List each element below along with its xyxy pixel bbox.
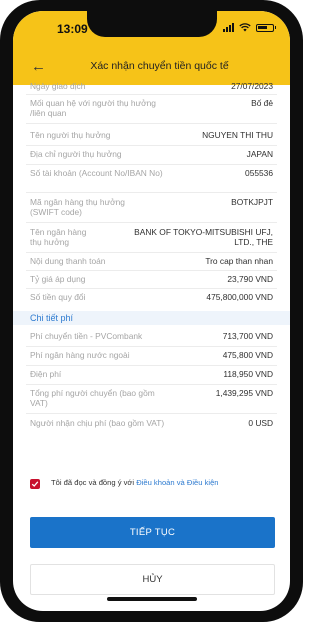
wifi-icon <box>239 23 251 32</box>
agreement-label: Tôi đã đọc và đồng ý với <box>51 478 135 487</box>
detail-label: Địa chỉ người thụ hưởng <box>30 149 122 159</box>
fee-value: 0 USD <box>248 418 273 428</box>
notch <box>87 11 217 37</box>
detail-label: Tên ngân hàng thụ hưởng <box>30 227 87 247</box>
detail-label: Mã ngân hàng thụ hưởng (SWIFT code) <box>30 197 125 217</box>
terms-link[interactable]: Điều khoản và Điều kiện <box>136 478 218 487</box>
phone-frame: 13:09 ← Xác nhận chuyển tiền quốc tế Ngà… <box>0 0 303 622</box>
signal-icon <box>223 23 234 32</box>
fee-row: Phí ngân hàng nước ngoài 475,800 VND <box>30 350 273 360</box>
divider <box>26 123 277 124</box>
section-title: Chi tiết phí <box>30 313 74 323</box>
detail-row: Số tiền quy đổi 475,800,000 VND <box>30 292 273 302</box>
fee-section-header: Chi tiết phí <box>13 311 290 325</box>
cancel-button[interactable]: HỦY <box>30 564 275 595</box>
detail-label: Số tài khoản (Account No/IBAN No) <box>30 168 163 178</box>
agreement-text: Tôi đã đọc và đồng ý với Điều khoản và Đ… <box>51 478 219 487</box>
divider <box>26 222 277 223</box>
check-icon <box>31 481 39 487</box>
fee-row: Người nhận chịu phí (bao gồm VAT) 0 USD <box>30 418 273 428</box>
detail-row: Số tài khoản (Account No/IBAN No) 055536 <box>30 168 273 178</box>
divider <box>26 164 277 165</box>
detail-row: Tên ngân hàng thụ hưởng BANK OF TOKYO-MI… <box>30 227 273 247</box>
fee-value: 713,700 VND <box>222 331 273 341</box>
app-screen: 13:09 ← Xác nhận chuyển tiền quốc tế Ngà… <box>13 11 290 611</box>
divider <box>26 270 277 271</box>
home-indicator <box>107 597 197 601</box>
terms-agreement: Tôi đã đọc và đồng ý với Điều khoản và Đ… <box>30 478 278 490</box>
confirmation-content: Ngày giao dịch 27/07/2023 Mối quan hệ vớ… <box>13 81 290 611</box>
divider <box>26 384 277 385</box>
fee-label: Phí ngân hàng nước ngoài <box>30 350 130 360</box>
detail-value: 055536 <box>245 168 273 178</box>
detail-value: 27/07/2023 <box>231 81 273 91</box>
detail-row: Mã ngân hàng thụ hưởng (SWIFT code) BOTK… <box>30 197 273 217</box>
fee-row: Điện phí 118,950 VND <box>30 369 273 379</box>
detail-label: Ngày giao dịch <box>30 81 86 91</box>
fee-row: Phí chuyển tiền - PVCombank 713,700 VND <box>30 331 273 341</box>
fee-label: Phí chuyển tiền - PVCombank <box>30 331 143 341</box>
detail-value: JAPAN <box>246 149 273 159</box>
divider <box>26 288 277 289</box>
arrow-left-icon[interactable]: ← <box>31 59 46 74</box>
divider <box>26 94 277 95</box>
detail-label: Tỷ giá áp dụng <box>30 274 86 284</box>
fee-value: 1,439,295 VND <box>215 388 273 398</box>
agree-checkbox[interactable] <box>30 479 40 489</box>
fee-label: Tổng phí người chuyển (bao gồm VAT) <box>30 388 155 408</box>
detail-value: BOTKJPJT <box>231 197 273 207</box>
detail-value: 475,800,000 VND <box>206 292 273 302</box>
detail-label: Tên người thụ hưởng <box>30 130 111 140</box>
divider <box>26 346 277 347</box>
fee-value: 475,800 VND <box>222 350 273 360</box>
detail-value: NGUYEN THI THU <box>202 130 273 140</box>
detail-value: Tro cap than nhan <box>205 256 273 266</box>
detail-row: Địa chỉ người thụ hưởng JAPAN <box>30 149 273 159</box>
divider <box>26 413 277 414</box>
page-title: Xác nhận chuyển tiền quốc tế <box>90 60 229 72</box>
status-bar: 13:09 <box>13 11 290 49</box>
divider <box>26 192 277 193</box>
detail-row: Tỷ giá áp dụng 23,790 VND <box>30 274 273 284</box>
header-bar: ← Xác nhận chuyển tiền quốc tế <box>13 49 290 85</box>
fee-value: 118,950 VND <box>223 369 273 379</box>
detail-row: Ngày giao dịch 27/07/2023 <box>30 81 273 91</box>
divider <box>26 252 277 253</box>
detail-label: Nội dung thanh toán <box>30 256 106 266</box>
detail-label: Số tiền quy đổi <box>30 292 86 302</box>
system-icons <box>223 23 276 32</box>
divider <box>26 145 277 146</box>
divider <box>26 365 277 366</box>
detail-value: Bố đẻ <box>251 98 273 108</box>
detail-row: Nội dung thanh toán Tro cap than nhan <box>30 256 273 266</box>
detail-value: BANK OF TOKYO-MITSUBISHI UFJ, LTD., THE <box>134 227 273 247</box>
detail-value: 23,790 VND <box>227 274 273 284</box>
status-time: 13:09 <box>57 22 88 36</box>
fee-label: Điện phí <box>30 369 62 379</box>
battery-icon <box>256 23 276 32</box>
detail-row: Tên người thụ hưởng NGUYEN THI THU <box>30 130 273 140</box>
detail-label: Mối quan hệ với người thụ hưởng /liên qu… <box>30 98 156 118</box>
fee-label: Người nhận chịu phí (bao gồm VAT) <box>30 418 165 428</box>
detail-row: Mối quan hệ với người thụ hưởng /liên qu… <box>30 98 273 118</box>
fee-row: Tổng phí người chuyển (bao gồm VAT) 1,43… <box>30 388 273 408</box>
continue-button[interactable]: TIẾP TỤC <box>30 517 275 548</box>
